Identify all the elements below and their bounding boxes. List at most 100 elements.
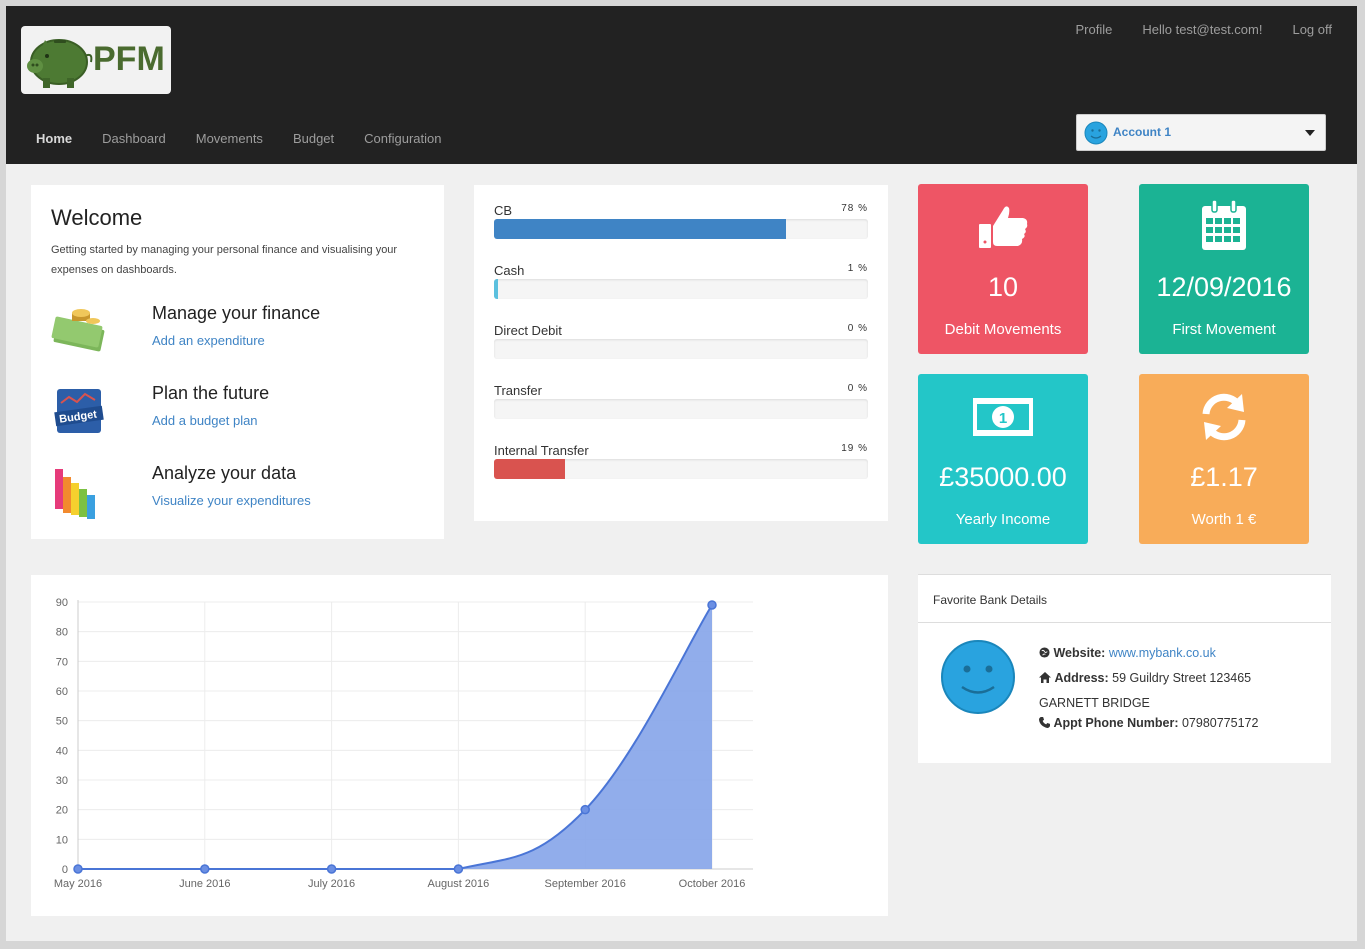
add-expenditure-link[interactable]: Add an expenditure — [152, 333, 265, 348]
data-point — [453, 864, 464, 874]
nav-dashboard[interactable]: Dashboard — [102, 131, 166, 146]
address-line-2: GARNETT BRIDGE — [1039, 696, 1150, 710]
progress-bar — [494, 459, 868, 479]
feature-title: Manage your finance — [152, 303, 321, 323]
tile-label: First Movement — [1172, 321, 1276, 338]
y-tick-label: 90 — [56, 597, 68, 609]
bank-info: Website: www.mybank.co.uk Address: 59 Gu… — [1039, 641, 1258, 736]
y-tick-label: 30 — [56, 775, 68, 787]
feature-title: Plan the future — [152, 383, 270, 403]
data-point — [580, 804, 590, 815]
progress-label: Direct Debit — [494, 323, 562, 338]
data-point — [707, 600, 717, 610]
feature-analyze: Analyze your data Visualize your expendi… — [51, 463, 431, 533]
add-budget-link[interactable]: Add a budget plan — [152, 413, 258, 428]
x-tick-label: July 2016 — [308, 878, 355, 890]
y-tick-label: 40 — [56, 745, 68, 757]
x-tick-label: June 2016 — [179, 878, 230, 890]
logoff-link[interactable]: Log off — [1292, 22, 1332, 37]
y-tick-label: 20 — [56, 805, 68, 817]
x-tick-label: May 2016 — [54, 878, 102, 890]
progress-item: Internal Transfer 19 % — [494, 443, 868, 483]
y-tick-label: 0 — [62, 864, 68, 876]
refresh-icon — [1202, 393, 1246, 441]
nav-configuration[interactable]: Configuration — [364, 131, 441, 146]
smiley-icon — [1084, 121, 1108, 145]
thumbs-up-icon — [979, 206, 1028, 248]
progress-percent: 0 % — [847, 323, 868, 334]
progress-percent: 19 % — [841, 443, 868, 454]
address-line-1: 59 Guildry Street 123465 — [1112, 671, 1252, 685]
visualize-link[interactable]: Visualize your expenditures — [152, 493, 311, 508]
tile-label: Yearly Income — [955, 511, 1051, 528]
y-tick-label: 70 — [56, 656, 68, 668]
progress-percent: 78 % — [841, 203, 868, 214]
logo-text: PFM — [93, 40, 165, 78]
website-label: Website: — [1053, 646, 1106, 660]
svg-text:1: 1 — [999, 410, 1007, 427]
area-fill — [78, 604, 712, 869]
feature-plan: Budget Plan the future Add a budget plan — [51, 383, 431, 453]
x-tick-label: October 2016 — [679, 878, 746, 890]
bank-phone: 07980775172 — [1181, 716, 1259, 730]
nav-budget[interactable]: Budget — [293, 131, 334, 146]
progress-label: Transfer — [494, 383, 542, 398]
feature-manage: Manage your finance Add an expenditure — [51, 303, 431, 373]
profile-link[interactable]: Profile — [1075, 22, 1112, 37]
progress-bar — [494, 399, 868, 419]
welcome-intro: Getting started by managing your persona… — [51, 244, 398, 276]
first-movement-tile: 12/09/2016 First Movement — [1139, 184, 1309, 354]
data-point — [326, 864, 337, 874]
tile-value: £1.17 — [1190, 462, 1258, 492]
progress-item: Cash 1 % — [494, 263, 868, 303]
payment-type-panel: CB 78 % Cash 1 % Direct Debit 0 % Transfer 0 % I… — [474, 185, 888, 521]
y-tick-label: 50 — [56, 716, 68, 728]
debit-movements-tile: 10 Debit Movements — [918, 184, 1088, 354]
main-nav: Home Dashboard Movements Budget Configur… — [36, 131, 441, 146]
nav-movements[interactable]: Movements — [196, 131, 263, 146]
chevron-down-icon — [1305, 130, 1315, 136]
progress-item: Transfer 0 % — [494, 383, 868, 423]
nav-home[interactable]: Home — [36, 131, 72, 146]
yearly-income-tile: 1 £35000.00 Yearly Income — [918, 374, 1088, 544]
progress-item: Direct Debit 0 % — [494, 323, 868, 363]
bank-details-panel: Favorite Bank Details Website: www.myban… — [918, 574, 1331, 763]
calendar-icon — [1202, 199, 1246, 250]
data-point — [200, 864, 210, 874]
account-select[interactable]: Account 1 — [1076, 114, 1326, 151]
phone-icon — [1039, 717, 1050, 728]
money-bill-icon: 1 — [973, 398, 1033, 436]
user-greeting[interactable]: Hello test@test.com! — [1142, 22, 1262, 37]
home-icon — [1039, 672, 1051, 683]
progress-label: CB — [494, 203, 513, 218]
top-nav: Profile Hello test@test.com! Log off — [1075, 22, 1332, 37]
tile-label: Debit Movements — [944, 321, 1062, 338]
progress-fill — [494, 219, 786, 239]
data-point — [73, 864, 83, 874]
area-chart: 0 10 20 30 40 50 60 70 80 90 May 2016 June 2016 July… — [54, 597, 753, 890]
progress-bar — [494, 279, 868, 299]
money-icon — [51, 309, 105, 352]
navbar: PFM Profile Hello test@test.com! Log off… — [6, 6, 1357, 164]
progress-label: Cash — [494, 263, 525, 278]
logo[interactable]: PFM — [21, 26, 171, 94]
phone-label: Appt Phone Number: — [1053, 716, 1179, 730]
tile-value: 10 — [987, 272, 1019, 302]
x-tick-label: September 2016 — [545, 878, 626, 890]
bar-chart-icon — [55, 469, 95, 519]
bank-website-link[interactable]: www.mybank.co.uk — [1109, 646, 1216, 660]
movements-chart-panel: 0 10 20 30 40 50 60 70 80 90 May 2016 June 2016 July… — [31, 575, 888, 916]
y-tick-label: 10 — [56, 834, 68, 846]
exchange-rate-tile: £1.17 Worth 1 € — [1139, 374, 1309, 544]
address-label: Address: — [1054, 671, 1109, 685]
progress-percent: 0 % — [847, 383, 868, 394]
budget-icon: Budget — [54, 389, 104, 433]
account-label: Account 1 — [1113, 125, 1172, 139]
piggy-bank-icon — [27, 39, 93, 88]
progress-fill — [494, 279, 498, 299]
bank-panel-header: Favorite Bank Details — [918, 575, 1331, 623]
progress-label: Internal Transfer — [494, 443, 589, 458]
globe-icon — [1039, 647, 1050, 658]
welcome-title: Welcome — [51, 205, 143, 230]
progress-bar — [494, 219, 868, 239]
